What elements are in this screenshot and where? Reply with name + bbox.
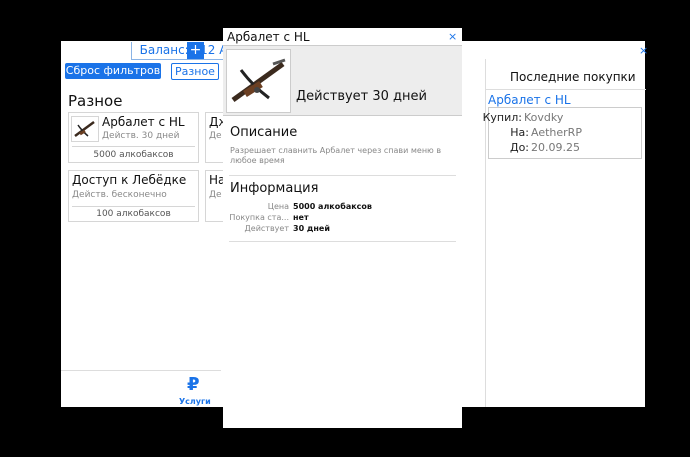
category-filter-button[interactable]: Разное (171, 63, 219, 80)
buyer-row: Купил: Kovdky (483, 111, 564, 124)
item-name: Арбалет с HL (102, 115, 185, 129)
info-key: Цена (267, 202, 289, 211)
info-value: 30 дней (293, 224, 330, 233)
expiry-label: До: (509, 141, 529, 154)
info-heading: Информация (230, 181, 319, 196)
nav-services-label[interactable]: Услуги (179, 397, 211, 406)
divider (72, 206, 195, 207)
server-row: На: AetherRP (510, 126, 582, 139)
info-row-purchase: Покупка ста... нет (223, 213, 462, 224)
item-name: Доступ к Лебёдке (72, 173, 187, 187)
item-banner: Действует 30 дней (223, 46, 462, 116)
dialog-title: Арбалет с HL (227, 30, 310, 44)
recent-item-name[interactable]: Арбалет с HL (488, 93, 571, 107)
server-value: AetherRP (531, 126, 582, 139)
expiry-row: До: 20.09.25 (510, 141, 580, 154)
buyer-value: Kovdky (524, 111, 564, 124)
crossbow-icon (71, 116, 99, 142)
add-balance-button[interactable]: + (187, 42, 204, 59)
ruble-icon[interactable]: ₽ (187, 374, 200, 395)
item-card-crossbow[interactable]: Арбалет с HL Действ. 30 дней 5000 алкоба… (68, 112, 199, 163)
crossbow-icon (226, 49, 291, 113)
divider (229, 241, 456, 242)
item-card-winch-access[interactable]: Доступ к Лебёдке Действ. бесконечно 100 … (68, 170, 199, 222)
description-heading: Описание (230, 125, 298, 140)
item-duration: Де (209, 190, 222, 200)
item-price: 5000 алкобаксов (93, 150, 174, 160)
item-duration: Действует 30 дней (296, 89, 427, 104)
expiry-value: 20.09.25 (531, 141, 580, 154)
item-duration: Действ. 30 дней (102, 131, 180, 141)
info-key: Действует (244, 224, 289, 233)
description-text: Разрешает славнить Арбалет через спави м… (230, 146, 442, 165)
buyer-label: Купил: (482, 111, 522, 124)
server-label: На: (510, 126, 529, 139)
reset-filters-button[interactable]: Сброс фильтров (65, 63, 161, 79)
divider (72, 146, 195, 147)
info-row-price: Цена 5000 алкобаксов (223, 202, 462, 213)
item-price: 100 алкобаксов (96, 209, 171, 219)
info-row-duration: Действует 30 дней (223, 224, 462, 235)
item-detail-dialog: Арбалет с HL × Действует 30 дней Описани… (223, 28, 462, 428)
item-duration: Действ. бесконечно (72, 190, 167, 200)
divider (486, 89, 646, 90)
section-title: Разное (68, 92, 123, 110)
recent-purchase-card: Купил: Kovdky На: AetherRP До: 20.09.25 (483, 107, 642, 159)
info-value: 5000 алкобаксов (293, 202, 372, 211)
item-duration: Де (209, 131, 222, 141)
close-icon[interactable]: × (448, 30, 457, 43)
close-icon[interactable]: × (639, 44, 648, 57)
recent-purchases-title: Последние покупки (510, 70, 636, 84)
info-key: Покупка ста... (229, 213, 289, 222)
bottom-nav: ₽ Услуги (61, 370, 221, 408)
divider (229, 175, 456, 176)
info-value: нет (293, 213, 309, 222)
recent-purchases-panel: Последние покупки Арбалет с HL Купил: Ko… (483, 59, 646, 407)
